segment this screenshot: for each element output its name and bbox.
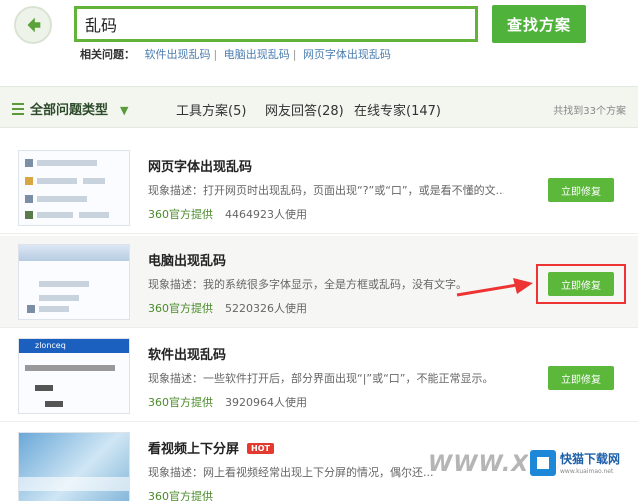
filter-bar: 全部问题类型 ▼ 工具方案(5) 网友回答(28) 在线专家(147) 共找到33…	[0, 86, 638, 128]
thumbnail-icon	[25, 159, 33, 167]
thumbnail-icon	[25, 195, 33, 203]
tab-tools[interactable]: 工具方案(5)	[176, 100, 246, 119]
result-meta: 360官方提供	[148, 488, 225, 501]
result-meta: 360官方提供 3920964人使用	[148, 394, 307, 410]
thumbnail-band	[19, 477, 129, 491]
thumbnail-line	[79, 212, 109, 218]
result-source: 360官方提供	[148, 208, 213, 221]
thumbnail-line	[35, 385, 53, 391]
result-usage: 4464923人使用	[225, 208, 307, 221]
thumbnail-line	[37, 160, 97, 166]
category-label: 全部问题类型	[30, 103, 109, 118]
thumbnail-icon	[25, 211, 33, 219]
thumbnail-line	[37, 196, 87, 202]
result-title-text: 看视频上下分屏	[148, 442, 240, 457]
list-item: 网页字体出现乱码 现象描述：打开网页时出现乱码，页面出现“?”或“口”，或是看不…	[0, 142, 638, 234]
arrow-left-icon	[27, 17, 41, 33]
thumbnail-line	[39, 306, 69, 312]
thumbnail-line	[37, 178, 77, 184]
related-separator: |	[292, 48, 297, 61]
related-label: 相关问题：	[80, 48, 135, 61]
thumbnail-line	[45, 401, 63, 407]
highlight-frame	[536, 264, 626, 304]
thumbnail-line	[37, 212, 73, 218]
search-header: 查找方案 相关问题： 软件出现乱码| 电脑出现乱码| 网页字体出现乱码	[0, 0, 638, 86]
result-thumbnail	[18, 244, 130, 320]
search-input[interactable]	[74, 6, 478, 42]
result-usage: 3920964人使用	[225, 396, 307, 409]
list-item: zlonceq 软件出现乱码 现象描述：一些软件打开后，部分界面出现“|”或“口…	[0, 330, 638, 422]
logo-url: www.kuaimao.net	[560, 468, 614, 475]
site-logo: 快猫下载网 www.kuaimao.net	[528, 446, 632, 490]
result-description: 现象描述：打开网页时出现乱码，页面出现“?”或“口”，或是看不懂的文...	[148, 184, 504, 197]
result-source: 360官方提供	[148, 302, 213, 315]
result-meta: 360官方提供 5220326人使用	[148, 300, 307, 316]
repair-button[interactable]: 立即修复	[548, 178, 614, 202]
thumbnail-title: zlonceq	[19, 339, 129, 353]
result-thumbnail	[18, 432, 130, 501]
result-description: 现象描述：我的系统很多字体显示，全是方框或乱码，没有文字。	[148, 278, 467, 291]
list-icon	[12, 103, 24, 115]
logo-name: 快猫下载网	[560, 452, 621, 466]
result-meta: 360官方提供 4464923人使用	[148, 206, 307, 222]
repair-button[interactable]: 立即修复	[548, 366, 614, 390]
result-thumbnail	[18, 150, 130, 226]
tab-answers[interactable]: 网友回答(28)	[265, 100, 344, 119]
arrow-right-icon	[456, 278, 533, 297]
thumbnail-line	[39, 281, 89, 287]
result-title[interactable]: 网页字体出现乱码	[148, 156, 252, 175]
result-thumbnail: zlonceq	[18, 338, 130, 414]
thumbnail-icon	[27, 305, 35, 313]
hot-badge: HOT	[247, 443, 274, 454]
result-count: 共找到33个方案	[553, 106, 626, 117]
result-title[interactable]: 电脑出现乱码	[148, 250, 226, 269]
result-source: 360官方提供	[148, 490, 213, 501]
related-link[interactable]: 网页字体出现乱码	[303, 48, 391, 61]
thumbnail-line	[83, 178, 105, 184]
tab-experts[interactable]: 在线专家(147)	[354, 100, 441, 119]
related-separator: |	[213, 48, 218, 61]
chevron-down-icon: ▼	[120, 104, 129, 117]
result-title[interactable]: 看视频上下分屏 HOT	[148, 438, 274, 457]
thumbnail-icon	[25, 177, 33, 185]
related-link[interactable]: 电脑出现乱码	[224, 48, 290, 61]
result-usage: 5220326人使用	[225, 302, 307, 315]
category-dropdown[interactable]: 全部问题类型 ▼	[12, 99, 128, 118]
thumbnail-line	[25, 365, 115, 371]
related-link[interactable]: 软件出现乱码	[145, 48, 211, 61]
search-button[interactable]: 查找方案	[492, 5, 586, 43]
result-source: 360官方提供	[148, 396, 213, 409]
related-questions: 相关问题： 软件出现乱码 | 电脑出现乱码 | 网页字体出现乱码	[80, 46, 391, 62]
back-button[interactable]	[14, 6, 52, 44]
logo-icon	[530, 450, 556, 476]
result-description: 现象描述：一些软件打开后，部分界面出现“|”或“口”，不能正常显示。	[148, 372, 494, 385]
thumbnail-line	[39, 295, 79, 301]
thumbnail-titlebar	[19, 245, 129, 261]
result-title[interactable]: 软件出现乱码	[148, 344, 226, 363]
